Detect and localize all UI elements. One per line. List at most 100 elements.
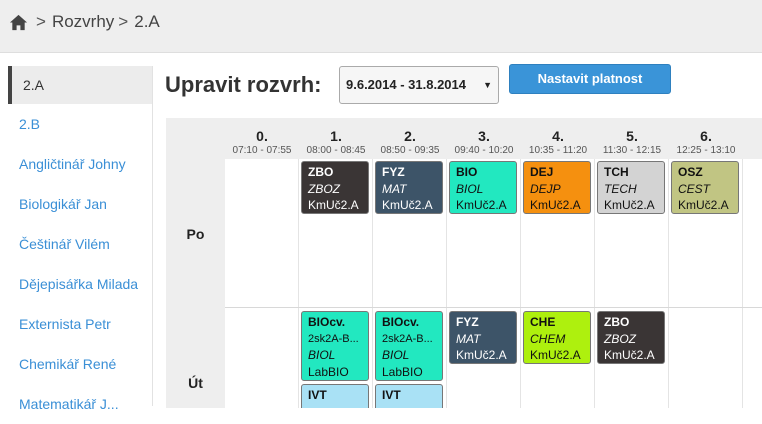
lesson-subject: BIOL bbox=[308, 348, 336, 362]
lesson-card[interactable]: ZBO ZBOZ KmUč2.A bbox=[597, 311, 665, 364]
lesson-subject: ZBOZ bbox=[308, 181, 340, 196]
lesson-abbreviation: FYZ bbox=[382, 165, 405, 179]
lesson-room: KmUč2.A bbox=[382, 198, 433, 212]
lesson-card[interactable]: FYZ MAT KmUč2.A bbox=[449, 311, 517, 364]
breadcrumb: > Rozvrhy > 2.A bbox=[9, 12, 160, 32]
lesson-room: KmUč2.A bbox=[530, 198, 581, 212]
column-number: 3. bbox=[478, 128, 490, 144]
lesson-subject: BIOL bbox=[382, 348, 410, 362]
column-time: 10:35 - 11:20 bbox=[528, 145, 588, 156]
sidebar-item-teacher[interactable]: Dějepisářka Milada bbox=[8, 264, 152, 304]
column-time: 12:25 - 13:10 bbox=[676, 145, 736, 156]
column-divider bbox=[298, 159, 299, 408]
column-time: 08:00 - 08:45 bbox=[306, 145, 366, 156]
lesson-card[interactable]: ZBO ZBOZ KmUč2.A bbox=[301, 161, 369, 214]
sidebar-item-teacher[interactable]: Češtinář Vilém bbox=[8, 224, 152, 264]
lesson-card[interactable]: BIOcv. 2sk2A-B... BIOL LabBIO bbox=[375, 311, 443, 381]
lesson-subject: BIOL bbox=[456, 181, 484, 196]
lesson-room: KmUč2.A bbox=[456, 198, 507, 212]
set-validity-button[interactable]: Nastavit platnost bbox=[509, 64, 671, 94]
lesson-card[interactable]: CHE CHEM KmUč2.A bbox=[523, 311, 591, 364]
column-number: 0. bbox=[256, 128, 268, 144]
sidebar-item-teacher[interactable]: Matematikář J... bbox=[8, 384, 152, 424]
column-header: 6. 12:25 - 13:10 bbox=[669, 128, 743, 157]
lesson-subject: DEJP bbox=[530, 181, 561, 196]
lesson-card[interactable]: OSZ CEST KmUč2.A bbox=[671, 161, 739, 214]
period-select-value: 9.6.2014 - 31.8.2014 bbox=[346, 77, 466, 92]
lesson-abbreviation: TCH bbox=[604, 165, 629, 179]
lesson-card[interactable]: TCH TECH KmUč2.A bbox=[597, 161, 665, 214]
timetable-grid: 0. 07:10 - 07:55 1. 08:00 - 08:45 2. 08:50 - … bbox=[166, 118, 762, 408]
lesson-room: LabBIO bbox=[382, 364, 423, 379]
sidebar-item-teacher[interactable]: Externista Petr bbox=[8, 304, 152, 344]
lesson-card[interactable]: BIO BIOL KmUč2.A bbox=[449, 161, 517, 214]
sidebar-item-teacher[interactable]: Chemikář René bbox=[8, 344, 152, 384]
lesson-abbreviation: IVT bbox=[308, 388, 327, 402]
column-number: 5. bbox=[626, 128, 638, 144]
lesson-abbreviation: BIO bbox=[456, 165, 478, 179]
lesson-subject: MAT bbox=[456, 331, 481, 346]
column-divider bbox=[372, 159, 373, 408]
sidebar-item-teacher[interactable]: Angličtinář Johny bbox=[8, 144, 152, 184]
column-header: 3. 09:40 - 10:20 bbox=[447, 128, 521, 157]
column-header: 0. 07:10 - 07:55 bbox=[225, 128, 299, 157]
row-divider bbox=[225, 307, 762, 308]
column-time: 08:50 - 09:35 bbox=[380, 145, 440, 156]
lesson-card[interactable]: BIOcv. 2sk2A-B... BIOL LabBIO bbox=[301, 311, 369, 381]
lesson-abbreviation: DEJ bbox=[530, 165, 554, 179]
home-icon[interactable] bbox=[9, 13, 28, 32]
column-header: 4. 10:35 - 11:20 bbox=[521, 128, 595, 157]
period-select[interactable]: 9.6.2014 - 31.8.2014 ▼ bbox=[339, 66, 499, 104]
lesson-abbreviation: OSZ bbox=[678, 165, 703, 179]
column-number: 6. bbox=[700, 128, 712, 144]
lesson-subject: CEST bbox=[678, 181, 711, 196]
page-title: Upravit rozvrh: bbox=[165, 72, 322, 97]
breadcrumb-item-current: 2.A bbox=[134, 12, 160, 31]
sidebar-item-2a[interactable]: 2.A bbox=[8, 66, 152, 104]
lesson-card[interactable]: DEJ DEJP KmUč2.A bbox=[523, 161, 591, 214]
column-divider bbox=[742, 159, 743, 408]
lesson-room: KmUč2.A bbox=[530, 348, 581, 362]
column-divider bbox=[520, 159, 521, 408]
lesson-abbreviation: BIOcv. bbox=[382, 315, 420, 329]
breadcrumb-item-rozvrhy[interactable]: Rozvrhy bbox=[52, 12, 114, 32]
day-label: Po bbox=[186, 226, 205, 242]
column-number: 2. bbox=[404, 128, 416, 144]
column-number: 1. bbox=[330, 128, 342, 144]
lesson-room: KmUč2.A bbox=[604, 198, 655, 212]
lesson-card[interactable]: IVT bbox=[375, 384, 443, 408]
lesson-subject: TECH bbox=[604, 181, 637, 196]
lesson-group: 2sk2A-B... bbox=[308, 332, 359, 345]
lesson-abbreviation: FYZ bbox=[456, 315, 479, 329]
sidebar-item-2b[interactable]: 2.B bbox=[8, 104, 152, 144]
breadcrumb-separator: > bbox=[118, 12, 129, 31]
column-time: 07:10 - 07:55 bbox=[232, 145, 292, 156]
lesson-subject: MAT bbox=[382, 181, 407, 196]
breadcrumb-separator: > bbox=[36, 12, 46, 31]
column-number: 7. bbox=[743, 128, 762, 144]
lesson-room: KmUč2.A bbox=[678, 198, 729, 212]
column-header: 5. 11:30 - 12:15 bbox=[595, 128, 669, 157]
lesson-card[interactable]: FYZ MAT KmUč2.A bbox=[375, 161, 443, 214]
lesson-group: 2sk2A-B... bbox=[382, 332, 433, 345]
lesson-abbreviation: IVT bbox=[382, 388, 401, 402]
column-header: 1. 08:00 - 08:45 bbox=[299, 128, 373, 157]
column-number: 4. bbox=[552, 128, 564, 144]
chevron-down-icon: ▼ bbox=[483, 80, 492, 90]
column-header: 7.13: bbox=[743, 128, 762, 157]
lesson-abbreviation: BIOcv. bbox=[308, 315, 346, 329]
lesson-card[interactable]: IVT bbox=[301, 384, 369, 408]
lesson-room: KmUč2.A bbox=[456, 348, 507, 362]
column-time: 11:30 - 12:15 bbox=[602, 145, 662, 156]
column-divider bbox=[594, 159, 595, 408]
column-header: 2. 08:50 - 09:35 bbox=[373, 128, 447, 157]
lesson-subject: CHEM bbox=[530, 331, 566, 346]
column-divider bbox=[668, 159, 669, 408]
sidebar: 2.A 2.B Angličtinář Johny Biologikář Jan… bbox=[8, 66, 153, 412]
lesson-room: KmUč2.A bbox=[604, 348, 655, 362]
day-label: Út bbox=[188, 375, 203, 391]
breadcrumb-bar: > Rozvrhy > 2.A bbox=[0, 0, 762, 53]
lesson-room: KmUč2.A bbox=[308, 198, 359, 212]
lesson-abbreviation: ZBO bbox=[308, 165, 334, 179]
sidebar-item-teacher[interactable]: Biologikář Jan bbox=[8, 184, 152, 224]
